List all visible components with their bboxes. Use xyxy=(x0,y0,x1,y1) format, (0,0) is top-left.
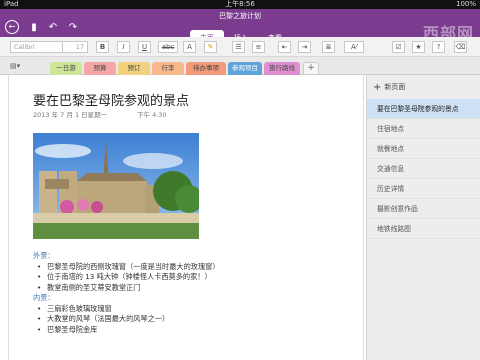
notebook-title: 巴黎之旅计划 xyxy=(219,12,261,20)
clock: 上午8:56 xyxy=(225,0,255,8)
list-item: 巴黎圣母院的西侧玫瑰窗（一度是当时最大的玫瑰窗） xyxy=(33,262,220,273)
list-item: 教堂南侧的圣艾蒂安教堂正门 xyxy=(33,283,220,294)
outside-heading: 外景： xyxy=(33,251,55,260)
section-tab-booking[interactable]: 预订 xyxy=(118,62,150,75)
section-tab-luggage[interactable]: 行李 xyxy=(152,62,184,75)
section-tab-bar: ▤▾ 一日游 预算 预订 行李 待办事项 参观项目 旅行路线 + xyxy=(0,57,480,75)
notes-body[interactable]: 外景： 巴黎圣母院的西侧玫瑰窗（一度是当时最大的玫瑰窗） 位于南塔的 13 吨大… xyxy=(33,251,220,335)
notre-dame-photo[interactable] xyxy=(33,133,199,239)
checkbox-tag-icon[interactable]: ☑ xyxy=(392,41,405,53)
page-item-lodging[interactable]: 住宿地点 xyxy=(367,119,480,139)
align-icon[interactable]: ≣ xyxy=(322,41,335,53)
list-item: 巴黎圣母院金库 xyxy=(33,325,220,336)
bullet-list-icon[interactable]: ☰ xyxy=(232,41,245,53)
back-button[interactable]: ← xyxy=(5,20,19,34)
font-color-button[interactable]: A xyxy=(183,41,196,53)
section-tab-route[interactable]: 旅行路线 xyxy=(264,62,300,75)
numbered-list-icon[interactable]: ≡ xyxy=(252,41,265,53)
page-item-photography[interactable]: 摄影创意作品 xyxy=(367,199,480,219)
new-page-label: 新页面 xyxy=(384,83,406,91)
page-time: 下午 4:30 xyxy=(137,111,167,119)
page-date: 2013 年 7 月 1 日星期一 xyxy=(33,111,108,119)
outdent-icon[interactable]: ⇤ xyxy=(278,41,291,53)
add-section-button[interactable]: + xyxy=(303,62,319,75)
undo-icon[interactable]: ↶ xyxy=(46,21,60,35)
section-tab-budget[interactable]: 预算 xyxy=(84,62,116,75)
star-icon[interactable]: ★ xyxy=(412,41,425,53)
plus-icon: + xyxy=(307,63,315,73)
page-title[interactable]: 要在巴黎圣母院参观的景点 xyxy=(33,90,189,109)
clear-format-icon[interactable]: ⌫ xyxy=(454,41,467,53)
page-item-notre-dame[interactable]: 要在巴黎圣母院参观的景点 xyxy=(367,99,480,119)
question-icon[interactable]: ? xyxy=(432,41,445,53)
indent-icon[interactable]: ⇥ xyxy=(298,41,311,53)
note-page[interactable]: 要在巴黎圣母院参观的景点 2013 年 7 月 1 日星期一 下午 4:30 外… xyxy=(8,75,364,360)
plus-icon: + xyxy=(373,82,382,93)
strikethrough-button[interactable]: abc xyxy=(158,41,178,53)
underline-button[interactable]: U xyxy=(138,41,151,53)
list-item: 位于南塔的 13 吨大钟（钟楼怪人卡西莫多的家！） xyxy=(33,272,220,283)
title-bar: 巴黎之旅计划 ← ▮ ↶ ↷ 主页 插入 查看 西部网 xyxy=(0,9,480,46)
list-item: 三扇彩色玻璃玫瑰窗 xyxy=(33,304,220,315)
notebook-list-icon[interactable]: ▤▾ xyxy=(10,61,30,71)
italic-button[interactable]: I xyxy=(117,41,130,53)
page-item-dining[interactable]: 就餐地点 xyxy=(367,139,480,159)
page-item-metro-map[interactable]: 地铁线路图 xyxy=(367,219,480,239)
new-page-button[interactable]: + 新页面 xyxy=(367,79,480,95)
list-item: 大教堂的风琴（法国最大的风琴之一） xyxy=(33,314,220,325)
page-list-sidebar: + 新页面 要在巴黎圣母院参观的景点 住宿地点 就餐地点 交通信息 历史详情 摄影… xyxy=(366,75,480,360)
format-toolbar: Calibri 17 B I U abc A ✎ ☰ ≡ ⇤ ⇥ ≣ A⁄ ☑ … xyxy=(0,37,480,57)
notebook-icon[interactable]: ▮ xyxy=(27,21,41,35)
font-size-select[interactable]: 17 xyxy=(62,41,88,53)
page-item-transport[interactable]: 交通信息 xyxy=(367,159,480,179)
back-arrow-icon: ← xyxy=(8,22,16,31)
styles-icon[interactable]: A⁄ xyxy=(344,41,364,53)
section-tab-sights[interactable]: 参观项目 xyxy=(228,62,262,75)
redo-icon[interactable]: ↷ xyxy=(66,21,80,35)
highlight-icon[interactable]: ✎ xyxy=(204,41,217,53)
status-bar: iPad 上午8:56 100% xyxy=(0,0,480,9)
section-tab-day-trip[interactable]: 一日游 xyxy=(50,62,82,75)
inside-heading: 内景： xyxy=(33,293,55,302)
bold-button[interactable]: B xyxy=(96,41,109,53)
page-item-history[interactable]: 历史详情 xyxy=(367,179,480,199)
section-tab-todo[interactable]: 待办事项 xyxy=(186,62,226,75)
